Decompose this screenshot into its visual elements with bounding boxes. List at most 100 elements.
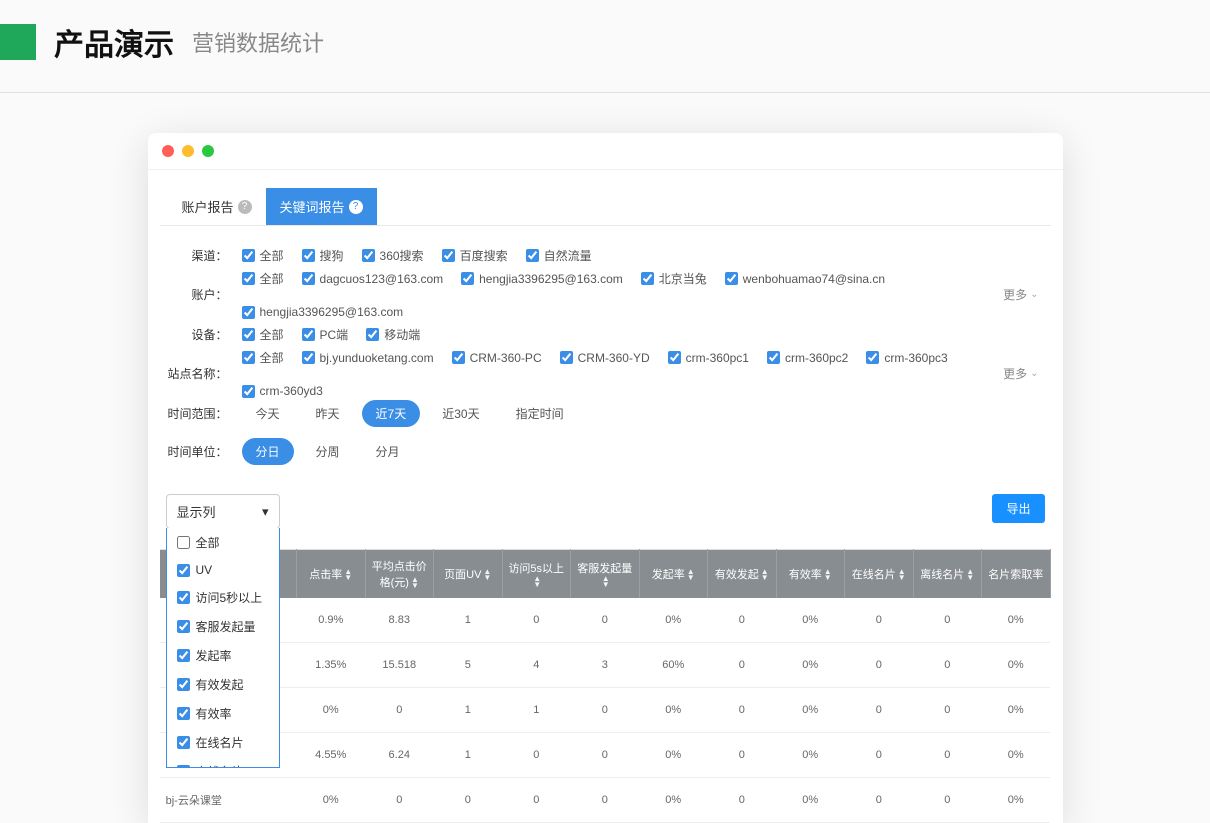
filter-option[interactable]: CRM-360-PC	[452, 351, 542, 365]
filter-option[interactable]: dagcuos123@163.com	[302, 272, 444, 286]
column-selector-button[interactable]: 显示列 ▾	[166, 494, 280, 529]
column-header[interactable]: 页面UV▲▼	[434, 550, 503, 599]
close-icon[interactable]	[162, 145, 174, 157]
filter-option[interactable]: 移动端	[366, 326, 420, 343]
checkbox[interactable]	[442, 249, 455, 262]
column-option[interactable]: 发起率	[167, 641, 279, 670]
checkbox[interactable]	[302, 249, 315, 262]
checkbox[interactable]	[668, 351, 681, 364]
more-link[interactable]: 更多 ⌄	[1003, 286, 1044, 303]
checkbox[interactable]	[242, 385, 255, 398]
checkbox[interactable]	[302, 328, 315, 341]
sort-icon[interactable]: ▲▼	[533, 576, 541, 588]
column-selector[interactable]: 显示列 ▾ 全部UV访问5秒以上客服发起量发起率有效发起有效率在线名片离线名片名…	[166, 494, 280, 529]
checkbox[interactable]	[177, 536, 190, 549]
column-header[interactable]: 访问5s以上▲▼	[502, 550, 571, 599]
help-icon[interactable]: ?	[349, 200, 363, 214]
sort-icon[interactable]: ▲▼	[966, 569, 974, 581]
column-header[interactable]: 客服发起量▲▼	[571, 550, 640, 599]
column-header[interactable]: 发起率▲▼	[639, 550, 708, 599]
checkbox[interactable]	[725, 272, 738, 285]
filter-option[interactable]: bj.yunduoketang.com	[302, 351, 434, 365]
checkbox[interactable]	[177, 707, 190, 720]
checkbox[interactable]	[452, 351, 465, 364]
checkbox[interactable]	[242, 306, 255, 319]
checkbox[interactable]	[242, 328, 255, 341]
filter-option[interactable]: crm-360pc2	[767, 351, 848, 365]
table-row[interactable]: bj-云朵课堂4.55%6.241000%00%000%	[160, 733, 1051, 778]
column-option[interactable]: UV	[167, 557, 279, 583]
sort-icon[interactable]: ▲▼	[344, 569, 352, 581]
column-header[interactable]: 有效发起▲▼	[708, 550, 777, 599]
checkbox[interactable]	[560, 351, 573, 364]
filter-option[interactable]: hengjia3396295@163.com	[461, 272, 623, 286]
checkbox[interactable]	[177, 564, 190, 577]
minimize-icon[interactable]	[182, 145, 194, 157]
sort-icon[interactable]: ▲▼	[483, 569, 491, 581]
filter-option[interactable]: 百度搜索	[442, 247, 508, 264]
column-option[interactable]: 有效发起	[167, 670, 279, 699]
column-option[interactable]: 全部	[167, 528, 279, 557]
tab-account-report[interactable]: 账户报告 ?	[168, 188, 266, 225]
checkbox[interactable]	[242, 249, 255, 262]
checkbox[interactable]	[177, 765, 190, 768]
filter-option[interactable]: crm-360pc3	[866, 351, 947, 365]
sort-icon[interactable]: ▲▼	[687, 569, 695, 581]
checkbox[interactable]	[177, 649, 190, 662]
column-selector-panel[interactable]: 全部UV访问5秒以上客服发起量发起率有效发起有效率在线名片离线名片名片索取率有效…	[166, 528, 280, 768]
time-pill[interactable]: 昨天	[302, 400, 354, 427]
time-pill[interactable]: 分周	[302, 438, 354, 465]
checkbox[interactable]	[302, 351, 315, 364]
sort-icon[interactable]: ▲▼	[898, 569, 906, 581]
checkbox[interactable]	[177, 736, 190, 749]
filter-option[interactable]: 北京当兔	[641, 270, 707, 287]
filter-option[interactable]: hengjia3396295@163.com	[242, 305, 404, 319]
checkbox[interactable]	[242, 272, 255, 285]
checkbox[interactable]	[366, 328, 379, 341]
checkbox[interactable]	[461, 272, 474, 285]
time-pill[interactable]: 近30天	[428, 400, 493, 427]
filter-option[interactable]: 搜狗	[302, 247, 344, 264]
column-option[interactable]: 客服发起量	[167, 612, 279, 641]
export-button[interactable]: 导出	[992, 494, 1044, 523]
column-option[interactable]: 离线名片	[167, 757, 279, 768]
column-option[interactable]: 在线名片	[167, 728, 279, 757]
filter-option[interactable]: 全部	[242, 247, 284, 264]
filter-option[interactable]: crm-360yd3	[242, 384, 323, 398]
time-pill[interactable]: 分月	[362, 438, 414, 465]
checkbox[interactable]	[302, 272, 315, 285]
filter-option[interactable]: wenbohuamao74@sina.cn	[725, 272, 885, 286]
checkbox[interactable]	[641, 272, 654, 285]
checkbox[interactable]	[177, 591, 190, 604]
table-row[interactable]: bj-云朵课堂0.9%8.831000%00%000%	[160, 598, 1051, 643]
filter-option[interactable]: 360搜索	[362, 247, 424, 264]
filter-option[interactable]: 自然流量	[526, 247, 592, 264]
column-header[interactable]: 平均点击价格(元)▲▼	[365, 550, 434, 599]
help-icon[interactable]: ?	[238, 200, 252, 214]
time-pill[interactable]: 分日	[242, 438, 294, 465]
filter-option[interactable]: 全部	[242, 326, 284, 343]
time-pill[interactable]: 指定时间	[502, 400, 578, 427]
checkbox[interactable]	[767, 351, 780, 364]
time-pill[interactable]: 今天	[242, 400, 294, 427]
sort-icon[interactable]: ▲▼	[761, 569, 769, 581]
filter-option[interactable]: 全部	[242, 349, 284, 366]
column-header[interactable]: 有效率▲▼	[776, 550, 845, 599]
filter-option[interactable]: PC端	[302, 326, 349, 343]
sort-icon[interactable]: ▲▼	[411, 577, 419, 589]
column-header[interactable]: 在线名片▲▼	[845, 550, 914, 599]
maximize-icon[interactable]	[202, 145, 214, 157]
checkbox[interactable]	[177, 620, 190, 633]
filter-option[interactable]: crm-360pc1	[668, 351, 749, 365]
checkbox[interactable]	[242, 351, 255, 364]
table-row[interactable]: bj-云朵课堂0%01100%00%000%	[160, 688, 1051, 733]
column-option[interactable]: 访问5秒以上	[167, 583, 279, 612]
column-header[interactable]: 名片索取率	[982, 550, 1051, 599]
table-row[interactable]: bj-云朵课堂0%00000%00%000%	[160, 778, 1051, 823]
column-header[interactable]: 离线名片▲▼	[913, 550, 982, 599]
column-option[interactable]: 有效率	[167, 699, 279, 728]
more-link[interactable]: 更多 ⌄	[1003, 365, 1044, 382]
checkbox[interactable]	[362, 249, 375, 262]
time-pill[interactable]: 近7天	[362, 400, 421, 427]
table-row[interactable]: bj-云朵课堂1.35%15.51854360%00%000%	[160, 643, 1051, 688]
